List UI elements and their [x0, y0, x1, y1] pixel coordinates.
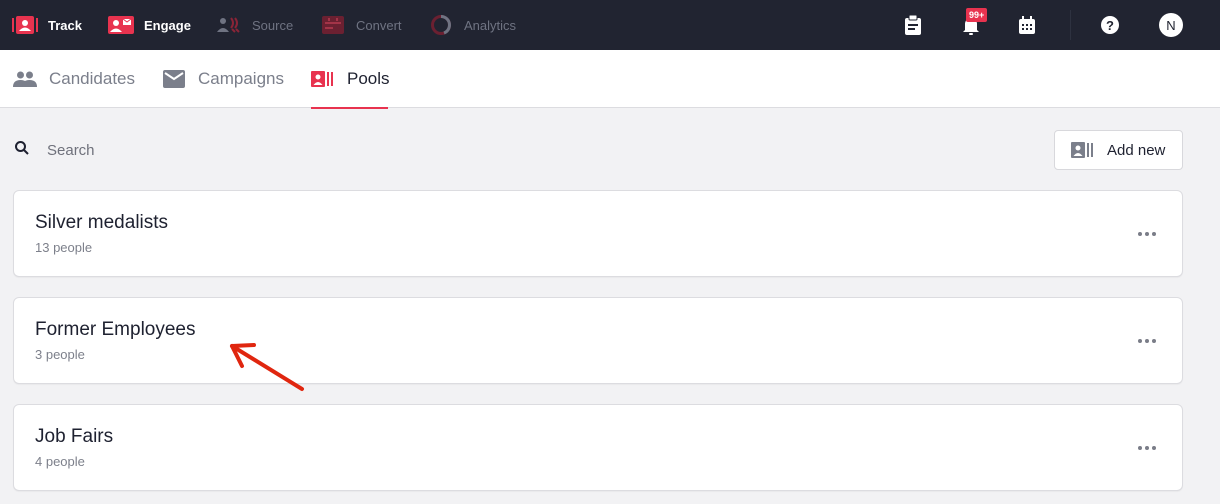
pool-count: 13 people [35, 240, 93, 255]
svg-text:?: ? [1106, 18, 1114, 33]
nav-label: Source [252, 17, 294, 33]
pool-count: 3 people [35, 347, 85, 362]
nav-label: Analytics [464, 17, 517, 33]
convert-icon [320, 15, 346, 35]
nav-item-convert[interactable]: Convert [320, 0, 402, 50]
tab-campaigns[interactable]: Campaigns [162, 50, 284, 108]
notifications-badge: 99+ [966, 8, 988, 22]
divider [1070, 10, 1071, 40]
tab-pools[interactable]: Pools [311, 50, 390, 109]
pool-card[interactable]: Former Employees 3 people [13, 297, 1183, 384]
source-icon [216, 15, 242, 35]
analytics-icon [428, 15, 454, 35]
nav-item-engage[interactable]: Engage [108, 0, 191, 50]
pool-name: Job Fairs [35, 426, 114, 447]
pool-name: Former Employees [35, 319, 196, 340]
pool-name: Silver medalists [35, 212, 169, 233]
avatar[interactable]: N [1159, 13, 1183, 37]
more-options-icon[interactable] [1134, 331, 1160, 351]
mail-icon [162, 69, 186, 89]
section-tabs: Candidates Campaigns Pools [0, 50, 1220, 109]
nav-item-analytics[interactable]: Analytics [428, 0, 516, 50]
pool-card[interactable]: Job Fairs 4 people [13, 404, 1183, 491]
tab-candidates[interactable]: Candidates [13, 50, 135, 108]
nav-label: Track [48, 17, 82, 33]
nav-label: Convert [356, 17, 402, 33]
tab-label: Candidates [49, 69, 136, 88]
pool-icon [311, 69, 335, 89]
more-options-icon[interactable] [1134, 438, 1160, 458]
nav-item-track[interactable]: Track [12, 0, 82, 50]
top-navigation-bar: Track Engage Source Convert Analytics 99… [0, 0, 1220, 50]
tab-label: Pools [347, 69, 390, 88]
pool-count: 4 people [35, 454, 85, 469]
engage-icon [108, 15, 134, 35]
search-input[interactable] [47, 141, 447, 159]
pool-card[interactable]: Silver medalists 13 people [13, 190, 1183, 277]
tab-label: Campaigns [198, 69, 284, 88]
more-options-icon[interactable] [1134, 224, 1160, 244]
clipboard-icon[interactable] [902, 14, 924, 36]
add-new-button[interactable]: Add new [1054, 130, 1183, 170]
nav-label: Engage [144, 17, 191, 33]
nav-item-source[interactable]: Source [216, 0, 293, 50]
calendar-icon[interactable] [1016, 14, 1038, 36]
help-icon[interactable]: ? [1099, 14, 1121, 36]
search-bar [14, 138, 514, 162]
search-icon [14, 140, 30, 161]
add-new-label: Add new [1107, 141, 1166, 159]
track-icon [12, 15, 38, 35]
people-icon [13, 69, 37, 89]
pool-icon [1071, 141, 1097, 159]
